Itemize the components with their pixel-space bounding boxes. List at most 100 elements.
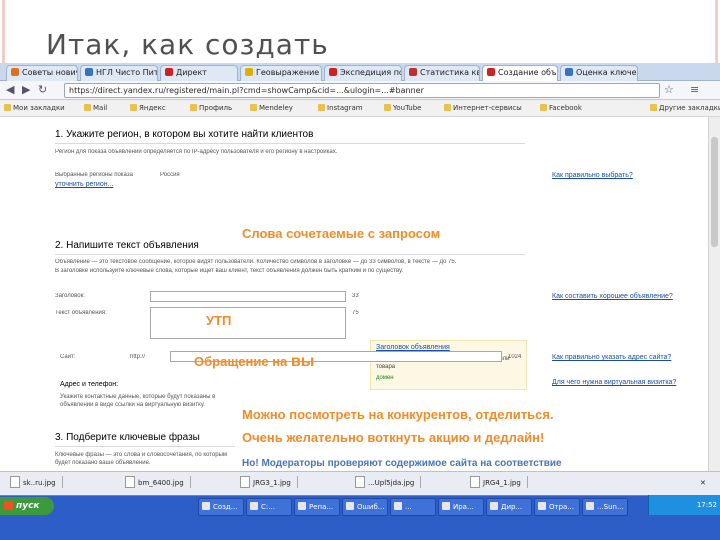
taskbar-item[interactable]: Репа...	[294, 498, 340, 516]
help-link-site[interactable]: Как правильно указать адрес сайта?	[552, 354, 671, 361]
tab-favicon-icon	[487, 68, 495, 76]
site-prefix: http://	[130, 354, 146, 360]
help-link-ad[interactable]: Как составить хорошее объявление?	[552, 293, 673, 300]
bookmark-folder-icon	[84, 104, 91, 111]
taskbar-item[interactable]: Ошиб...	[342, 498, 388, 516]
start-button[interactable]: пуск	[0, 497, 54, 515]
section2-description-2: В заголовке используйте ключевые слова, …	[55, 268, 404, 274]
tab-favicon-icon	[85, 68, 93, 76]
app-icon	[298, 502, 306, 510]
divider	[55, 254, 525, 255]
browser-tab-active[interactable]: Создание объявл	[482, 65, 558, 81]
bookmark-item[interactable]: Mail	[84, 100, 107, 116]
annotation-promo: Очень желательно воткнуть акцию и дедлай…	[242, 430, 545, 445]
browser-tab[interactable]: НГЛ Чисто Пит	[80, 65, 158, 81]
address-bar-row: ◀ ▶ ↻ https://direct.yandex.ru/registere…	[0, 81, 720, 100]
text-label: Текст объявления:	[55, 310, 107, 316]
ad-preview-domain: домен	[376, 375, 394, 381]
slide-title: Итак, как создать	[46, 28, 329, 61]
divider	[55, 446, 235, 447]
app-icon	[346, 502, 354, 510]
download-item[interactable]: bm_6400.jpg	[125, 476, 191, 491]
file-icon	[10, 476, 20, 488]
url-input[interactable]: https://direct.yandex.ru/registered/main…	[64, 83, 660, 98]
browser-tab[interactable]: Экспедиция по гр	[324, 65, 402, 81]
section2-description: Объявление — это текстовое сообщение, ко…	[55, 259, 457, 265]
taskbar-item[interactable]: С:...	[246, 498, 292, 516]
help-link-address[interactable]: Для чего нужна виртуальная визитка?	[552, 379, 676, 386]
bookmark-folder-icon	[190, 104, 197, 111]
bookmark-item[interactable]: Instagram	[318, 100, 363, 116]
headline-label: Заголовок:	[55, 293, 85, 299]
bookmark-item[interactable]: Mendeley	[250, 100, 293, 116]
file-icon	[240, 476, 250, 488]
headline-counter: 33	[352, 293, 359, 299]
download-item[interactable]: sk..ru.jpg	[10, 476, 63, 491]
app-icon	[250, 502, 258, 510]
address-label: Адрес и телефон:	[60, 381, 119, 388]
browser-tab[interactable]: Геовыражение	[240, 65, 322, 81]
annotation-usp: УТП	[206, 313, 232, 328]
site-counter: 1024	[508, 354, 522, 360]
system-tray: 17:52	[648, 495, 720, 515]
bookmark-folder-icon	[250, 104, 257, 111]
bookmark-item[interactable]: Интернет-сервисы	[444, 100, 522, 116]
browser-tab[interactable]: Оценка ключевых	[560, 65, 638, 81]
taskbar-item[interactable]: Созд...	[198, 498, 244, 516]
browser-screenshot: Советы новичк НГЛ Чисто Пит Директ Геовы…	[0, 63, 720, 540]
reload-icon[interactable]: ↻	[38, 83, 47, 97]
forward-arrow-icon[interactable]: ▶	[22, 83, 30, 97]
bookmark-item[interactable]: Другие закладки	[650, 100, 720, 116]
wrench-icon[interactable]: ≡	[690, 83, 699, 97]
download-item[interactable]: ...Upl5jda.jpg	[355, 476, 422, 491]
browser-tab-bar: Советы новичк НГЛ Чисто Пит Директ Геовы…	[0, 63, 720, 81]
scrollbar-thumb[interactable]	[711, 137, 718, 247]
help-link-region[interactable]: Как правильно выбрать?	[552, 172, 633, 179]
bookmarks-bar: Мои закладки Mail Яндекс Профиль Mendele…	[0, 100, 720, 117]
site-label: Сайт:	[60, 354, 76, 360]
browser-tab[interactable]: Статистика квес	[404, 65, 480, 81]
bookmark-folder-icon	[540, 104, 547, 111]
taskbar-item[interactable]: Ира...	[438, 498, 484, 516]
taskbar-item[interactable]: Отра...	[534, 498, 580, 516]
text-counter: 75	[352, 310, 359, 316]
section3-heading: 3. Подберите ключевые фразы	[55, 432, 200, 443]
download-item[interactable]: JRG3_1.jpg	[240, 476, 298, 491]
back-arrow-icon[interactable]: ◀	[6, 83, 14, 97]
browser-tab[interactable]: Директ	[160, 65, 238, 81]
annotation-moderators: Но! Модераторы проверяют содержимое сайт…	[242, 458, 562, 469]
tab-favicon-icon	[11, 68, 19, 76]
section2-heading: 2. Напишите текст объявления	[55, 240, 199, 251]
headline-input[interactable]	[150, 291, 346, 302]
app-icon	[394, 502, 402, 510]
taskbar-item[interactable]: Дир...	[486, 498, 532, 516]
bookmark-folder-icon	[444, 104, 451, 111]
downloads-bar: sk..ru.jpg bm_6400.jpg JRG3_1.jpg ...Upl…	[0, 471, 720, 496]
bookmark-item[interactable]: YouTube	[384, 100, 421, 116]
bookmark-item[interactable]: Facebook	[540, 100, 582, 116]
bookmark-item[interactable]: Профиль	[190, 100, 232, 116]
taskbar-item[interactable]: ...Sun...	[582, 498, 628, 516]
section1-description: Регион для показа объявлений определяетс…	[55, 149, 338, 155]
close-icon[interactable]: ✕	[700, 476, 706, 491]
bookmark-folder-icon	[384, 104, 391, 111]
region-label: Выбранные регионы показа	[55, 172, 133, 178]
taskbar-item[interactable]: ...	[390, 498, 436, 516]
app-icon	[586, 502, 594, 510]
browser-tab[interactable]: Советы новичк	[6, 65, 78, 81]
bookmark-folder-icon	[4, 104, 11, 111]
ad-preview: Заголовок объявления Текст вашего объявл…	[370, 340, 527, 390]
clock: 17:52	[696, 501, 717, 509]
refine-region-link[interactable]: уточнить регион...	[55, 181, 113, 188]
bookmark-item[interactable]: Мои закладки	[4, 100, 65, 116]
tab-favicon-icon	[329, 68, 337, 76]
tab-favicon-icon	[409, 68, 417, 76]
bookmark-item[interactable]: Яндекс	[130, 100, 166, 116]
vertical-scrollbar[interactable]	[708, 117, 720, 525]
download-item[interactable]: JRG4_1.jpg	[470, 476, 528, 491]
app-icon	[490, 502, 498, 510]
web-page-content: 1. Укажите регион, в котором вы хотите н…	[0, 117, 708, 525]
star-icon[interactable]: ☆	[664, 83, 674, 97]
address-description: Укажите контактные данные, которые будут…	[60, 394, 216, 408]
ad-text-input[interactable]	[150, 307, 346, 339]
